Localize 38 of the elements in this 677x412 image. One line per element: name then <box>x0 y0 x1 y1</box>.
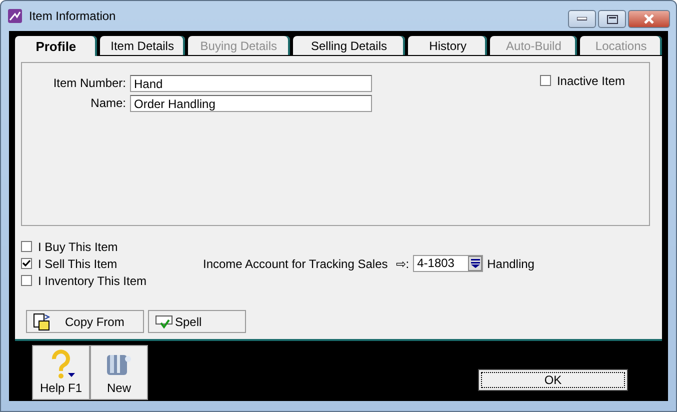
ok-button[interactable]: OK <box>478 368 628 390</box>
window-title: Item Information <box>29 9 117 23</box>
checkbox-label: Inactive Item <box>556 74 625 88</box>
new-button[interactable]: New <box>90 345 148 400</box>
tab[interactable]: Selling Details <box>292 36 406 55</box>
tab[interactable]: Profile <box>15 36 97 56</box>
input-field[interactable]: Order Handling <box>130 95 372 112</box>
tab[interactable]: Item Details <box>100 36 185 55</box>
maximize-icon <box>606 14 618 24</box>
checkbox-label: I Sell This Item <box>38 256 118 270</box>
spell-button[interactable]: Spell <box>148 310 246 333</box>
spell-check-icon <box>155 314 173 328</box>
close-icon <box>643 14 655 24</box>
close-button[interactable] <box>628 10 670 28</box>
dropdown-arrow-icon <box>470 259 480 268</box>
field-label: Name: <box>90 95 126 112</box>
account-name: Handling <box>487 256 534 270</box>
copy-document-icon <box>33 312 51 330</box>
help-button[interactable]: Help F1 <box>32 345 90 400</box>
account-dropdown[interactable]: 4-1803 <box>413 255 484 272</box>
copy-from-button[interactable]: Copy From <box>26 310 144 333</box>
arrow-icon: ⇨ <box>396 256 406 270</box>
field-label: Item Number: <box>52 75 126 92</box>
checkbox[interactable] <box>21 258 32 269</box>
checkbox-label: I Buy This Item <box>38 240 118 254</box>
checkbox[interactable] <box>21 275 32 286</box>
field-label: Income Account for Tracking Sales <box>203 256 388 270</box>
input-field[interactable]: Hand <box>130 75 372 92</box>
checkbox[interactable] <box>540 75 551 86</box>
minimize-button[interactable] <box>568 10 596 28</box>
checkbox[interactable] <box>21 241 32 252</box>
maximize-button[interactable] <box>598 10 626 28</box>
minimize-icon <box>577 17 587 21</box>
app-icon <box>7 8 23 24</box>
tab[interactable]: History <box>408 36 488 55</box>
dropdown-button[interactable] <box>468 256 482 271</box>
colon: : <box>406 256 410 270</box>
checkbox-label: I Inventory This Item <box>38 274 146 288</box>
